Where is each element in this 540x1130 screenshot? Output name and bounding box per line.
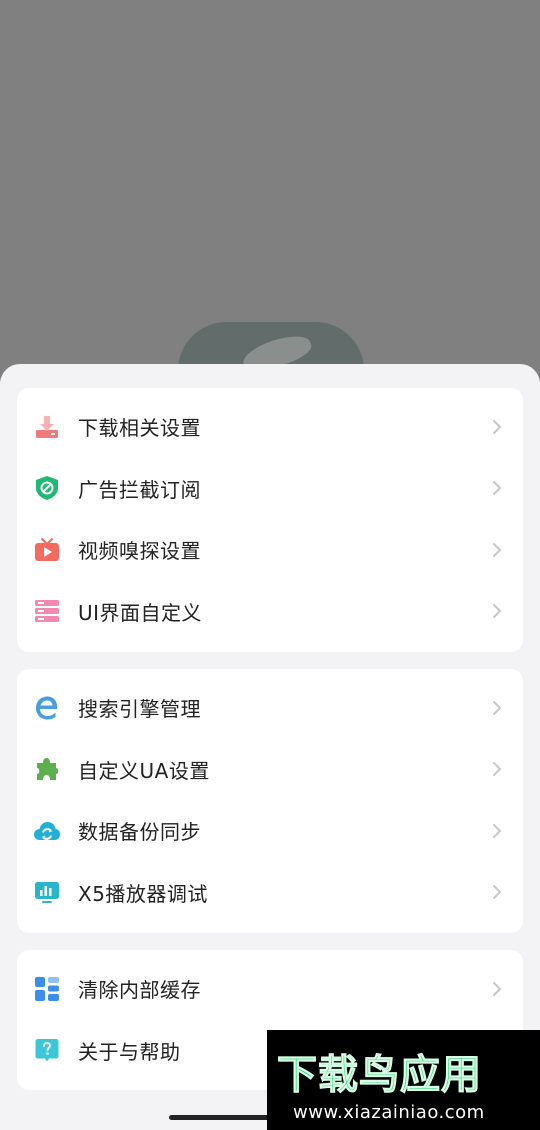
menu-item-search-engine[interactable]: 搜索引擎管理 xyxy=(17,677,523,739)
menu-item-x5-player-debug[interactable]: X5播放器调试 xyxy=(17,862,523,924)
tv-play-icon xyxy=(33,536,61,564)
menu-item-label: 广告拦截订阅 xyxy=(78,477,201,502)
chevron-right-icon xyxy=(489,419,505,435)
menu-item-label: 搜索引擎管理 xyxy=(78,697,201,722)
menu-item-download-settings[interactable]: 下载相关设置 xyxy=(17,396,523,458)
settings-bottom-sheet: 下载相关设置 广告拦截订阅 视频嗅探设置 UI界面自定义 搜索引擎管理 自定义U… xyxy=(0,364,540,1130)
menu-item-label: 自定义UA设置 xyxy=(78,758,210,783)
settings-group-1: 下载相关设置 广告拦截订阅 视频嗅探设置 UI界面自定义 xyxy=(17,388,523,652)
menu-item-ui-customize[interactable]: UI界面自定义 xyxy=(17,581,523,643)
download-icon xyxy=(33,413,61,441)
chevron-right-icon xyxy=(489,480,505,496)
ad-block-shield-icon xyxy=(33,474,61,502)
watermark-url: www.xiazainiao.com xyxy=(293,1102,485,1123)
watermark-logo: 下载鸟应用 www.xiazainiao.com xyxy=(267,1030,540,1130)
ui-layout-icon xyxy=(33,597,61,625)
chevron-right-icon xyxy=(489,542,505,558)
help-icon xyxy=(33,1036,61,1064)
chart-monitor-icon xyxy=(33,878,61,906)
menu-item-label: 清除内部缓存 xyxy=(78,978,201,1003)
chevron-right-icon xyxy=(489,603,505,619)
cloud-sync-icon xyxy=(33,817,61,845)
menu-item-data-backup[interactable]: 数据备份同步 xyxy=(17,800,523,862)
chevron-right-icon xyxy=(489,761,505,777)
puzzle-icon xyxy=(33,755,61,783)
chevron-right-icon xyxy=(489,700,505,716)
chevron-right-icon xyxy=(489,823,505,839)
menu-item-label: X5播放器调试 xyxy=(78,881,208,906)
chevron-right-icon xyxy=(489,884,505,900)
menu-item-label: UI界面自定义 xyxy=(78,600,203,625)
edge-browser-icon xyxy=(33,694,61,722)
menu-item-clear-cache[interactable]: 清除内部缓存 xyxy=(17,958,523,1020)
chevron-right-icon xyxy=(489,981,505,997)
menu-item-video-sniff[interactable]: 视频嗅探设置 xyxy=(17,519,523,581)
settings-group-2: 搜索引擎管理 自定义UA设置 数据备份同步 X5播放器调试 xyxy=(17,669,523,933)
menu-item-label: 数据备份同步 xyxy=(78,820,201,845)
menu-item-custom-ua[interactable]: 自定义UA设置 xyxy=(17,739,523,801)
watermark-title: 下载鸟应用 xyxy=(277,1052,482,1099)
grid-blocks-icon xyxy=(33,975,61,1003)
menu-item-label: 视频嗅探设置 xyxy=(78,539,201,564)
menu-item-ad-block[interactable]: 广告拦截订阅 xyxy=(17,458,523,520)
menu-item-label: 下载相关设置 xyxy=(78,416,201,441)
